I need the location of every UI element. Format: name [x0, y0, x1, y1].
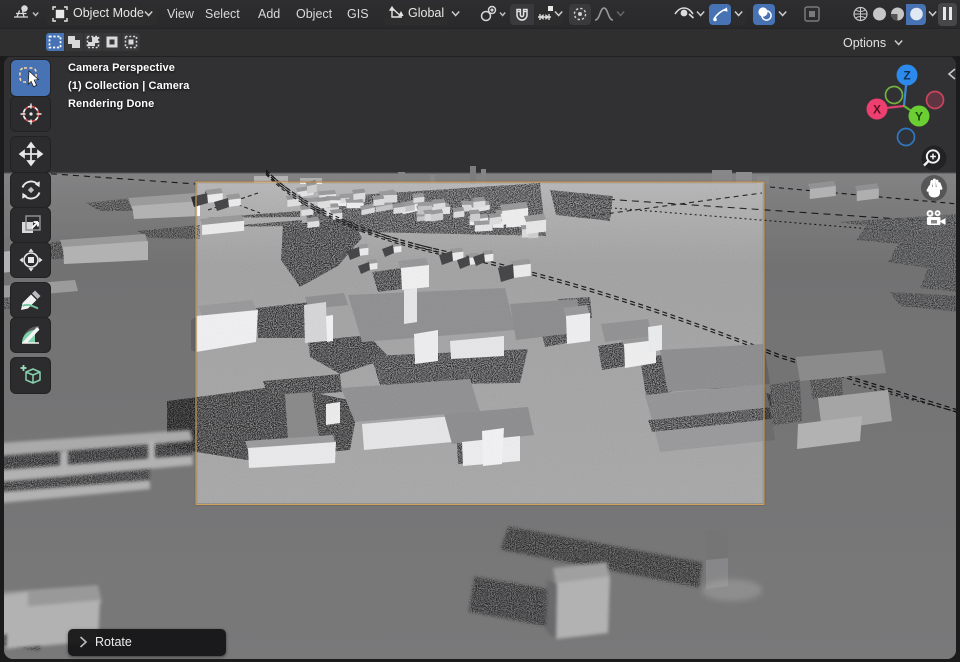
svg-text:X: X: [873, 103, 881, 117]
svg-text:Z: Z: [903, 69, 910, 83]
svg-text:Y: Y: [915, 110, 923, 124]
